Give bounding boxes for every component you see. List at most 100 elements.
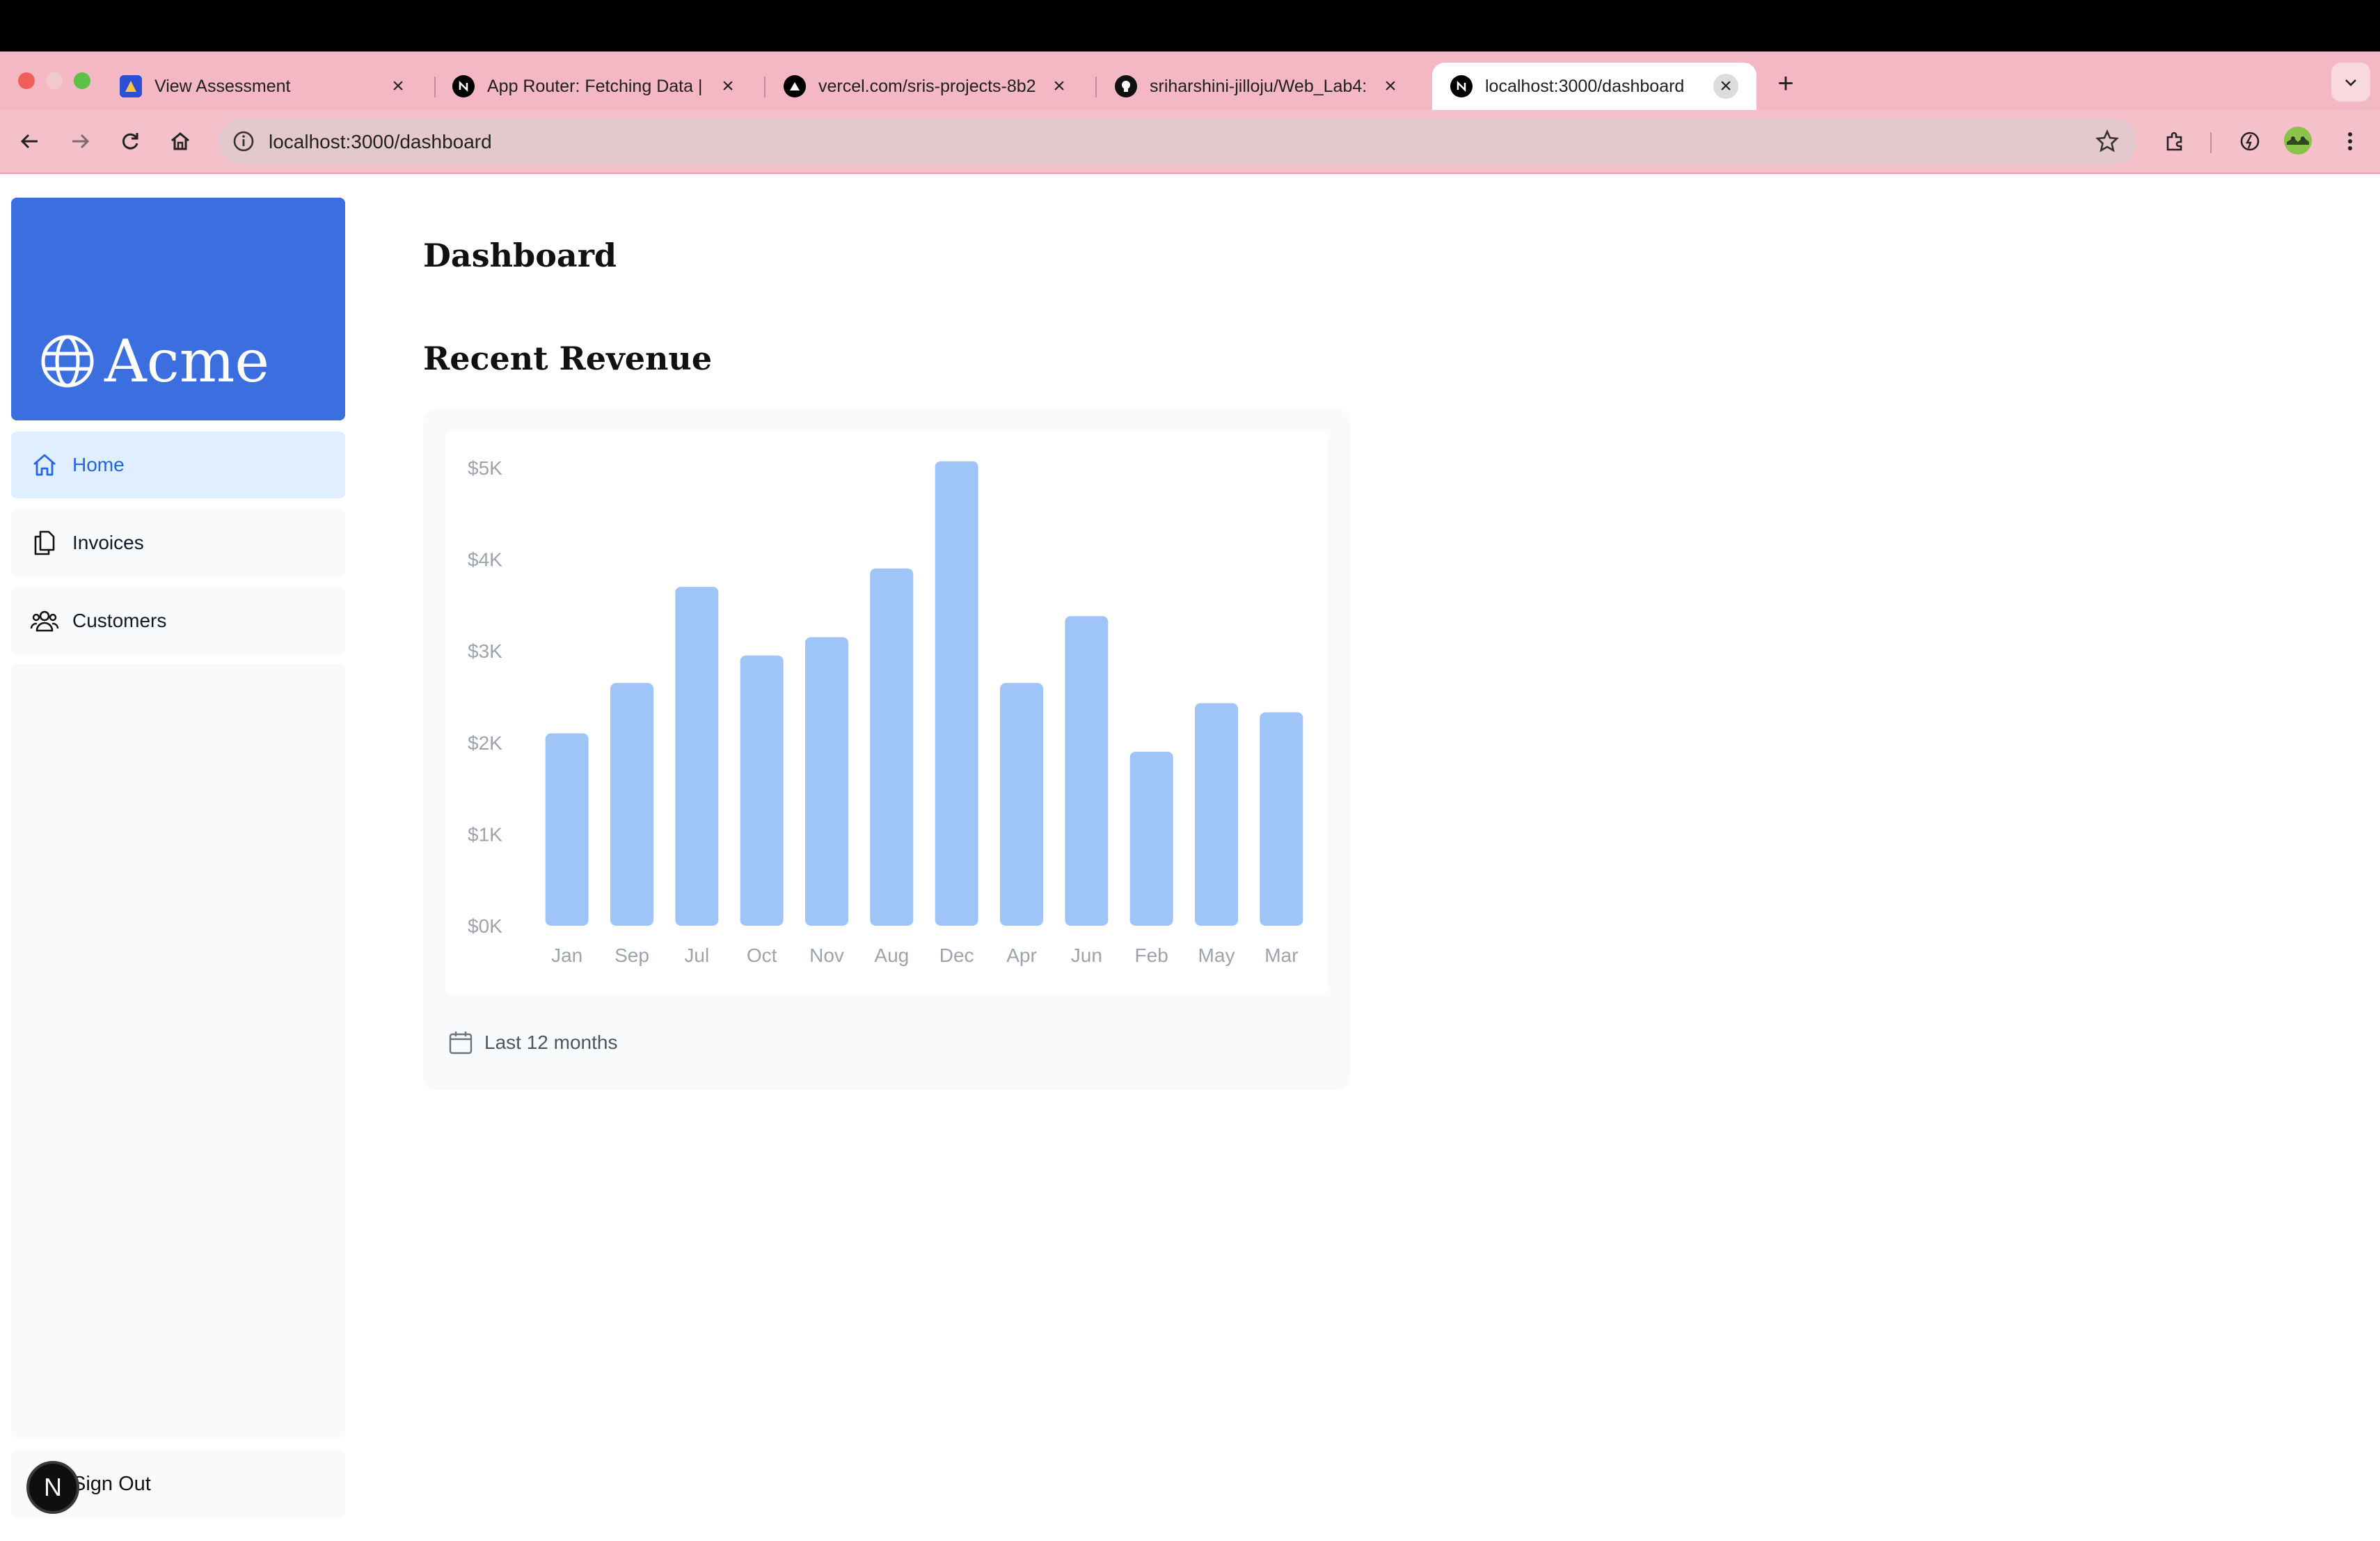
logo-text: Acme xyxy=(104,327,270,395)
close-tab-icon[interactable]: × xyxy=(1378,74,1403,99)
chart-footer-text: Last 12 months xyxy=(484,1032,618,1053)
arrow-right-icon xyxy=(72,134,90,149)
browser-tab-strip: View Assessment × App Router: Fetching D… xyxy=(0,52,2380,110)
revenue-card: $0K $1K $2K $3K $4K $5K Jan Sep Jul Oct Nov Aug Dec A… xyxy=(423,409,1350,1090)
bookmark-star-icon[interactable] xyxy=(2093,127,2121,155)
nav-link-home[interactable]: Home xyxy=(11,432,345,498)
revenue-bar xyxy=(805,637,848,926)
revenue-bar xyxy=(1260,712,1303,926)
profile-picture-icon xyxy=(2284,127,2312,155)
revenue-bar xyxy=(870,568,914,926)
reload-icon xyxy=(122,133,138,150)
document-duplicate-icon xyxy=(29,528,60,558)
revenue-bar xyxy=(1129,751,1173,926)
chart-footer: Last 12 months xyxy=(447,1029,617,1057)
y-tick-label: $4K xyxy=(468,549,502,571)
new-tab-button[interactable]: + xyxy=(1769,67,1802,100)
home-icon xyxy=(171,132,189,150)
browser-tab[interactable]: sriharshini-jilloju/Web_Lab4: × xyxy=(1097,63,1421,110)
nav-link-label: Invoices xyxy=(72,532,144,553)
revenue-bar xyxy=(1195,703,1238,926)
x-tick-label: Mar xyxy=(1264,945,1298,966)
site-info-icon[interactable] xyxy=(231,129,256,154)
revenue-bar xyxy=(675,587,719,926)
toolbar-divider xyxy=(2210,132,2212,153)
revenue-bar-chart: $0K $1K $2K $3K $4K $5K Jan Sep Jul Oct Nov Aug Dec A… xyxy=(468,457,1303,966)
nav-link-label: Home xyxy=(72,454,125,475)
tab-title: localhost:3000/dashboard xyxy=(1485,76,1685,96)
y-tick-label: $3K xyxy=(468,640,502,662)
browser-tab-active[interactable]: localhost:3000/dashboard × xyxy=(1432,63,1756,110)
close-tab-icon[interactable]: × xyxy=(386,74,411,99)
revenue-bar xyxy=(740,655,784,926)
screen-top-bar xyxy=(0,0,2380,52)
y-tick-label: $5K xyxy=(468,457,502,479)
github-favicon-icon xyxy=(1115,75,1137,97)
user-group-icon xyxy=(29,606,60,636)
chevron-down-icon xyxy=(2345,79,2356,86)
close-tab-icon[interactable]: × xyxy=(1047,74,1072,99)
tab-title: vercel.com/sris-projects-8b2 xyxy=(818,76,1036,96)
x-tick-label: Dec xyxy=(939,945,974,966)
maximize-window-button[interactable] xyxy=(74,72,90,89)
x-tick-label: Sep xyxy=(614,945,649,966)
x-tick-label: Jan xyxy=(551,945,582,966)
arrow-left-icon xyxy=(20,134,38,149)
x-tick-label: Oct xyxy=(747,945,777,966)
sign-out-label: Sign Out xyxy=(72,1472,151,1495)
home-button[interactable] xyxy=(163,124,198,159)
revenue-bar xyxy=(610,683,653,926)
nav-link-label: Customers xyxy=(72,610,167,631)
sidebar-spacer xyxy=(11,664,345,1438)
acme-logo-panel[interactable]: Acme xyxy=(11,198,345,420)
tab-title: sriharshini-jilloju/Web_Lab4: xyxy=(1150,76,1367,96)
assessment-favicon-icon xyxy=(120,75,142,97)
x-tick-label: Jul xyxy=(684,945,709,966)
back-button[interactable] xyxy=(13,124,47,159)
forward-button[interactable] xyxy=(63,124,97,159)
close-tab-icon[interactable]: × xyxy=(1713,74,1738,99)
nav-link-customers[interactable]: Customers xyxy=(11,587,345,654)
url-text: localhost:3000/dashboard xyxy=(269,131,492,152)
nav-link-invoices[interactable]: Invoices xyxy=(11,509,345,576)
tab-search-button[interactable] xyxy=(2331,63,2370,102)
page-title: Dashboard xyxy=(423,237,617,274)
close-tab-icon[interactable]: × xyxy=(715,74,740,99)
revenue-bar xyxy=(935,461,978,926)
vercel-favicon-icon xyxy=(784,75,806,97)
browser-menu-button[interactable] xyxy=(2333,124,2367,159)
more-vertical-icon xyxy=(2348,132,2352,150)
browser-tab[interactable]: View Assessment × xyxy=(102,63,429,110)
x-tick-label: Feb xyxy=(1135,945,1168,966)
revenue-bar xyxy=(1000,683,1043,926)
nextjs-dev-indicator[interactable]: N xyxy=(26,1461,79,1514)
browser-tab[interactable]: App Router: Fetching Data | N × xyxy=(434,63,759,110)
x-tick-label: Nov xyxy=(809,945,844,966)
x-tick-label: Apr xyxy=(1006,945,1037,966)
reload-button[interactable] xyxy=(113,124,148,159)
home-icon xyxy=(29,450,60,480)
minimize-window-button[interactable] xyxy=(46,72,63,89)
puzzle-icon xyxy=(2166,132,2182,151)
revenue-bar xyxy=(1065,616,1109,926)
profile-avatar[interactable] xyxy=(2284,127,2312,155)
revenue-bar xyxy=(545,733,589,926)
nextjs-favicon-icon xyxy=(452,75,475,97)
speedometer-icon xyxy=(2240,132,2260,151)
nextjs-favicon-icon xyxy=(1450,75,1473,97)
extensions-button[interactable] xyxy=(2157,124,2192,159)
x-tick-label: Jun xyxy=(1071,945,1102,966)
globe-icon xyxy=(41,335,94,388)
calendar-icon xyxy=(449,1032,473,1054)
y-tick-label: $1K xyxy=(468,823,502,845)
tab-title: View Assessment xyxy=(154,76,291,96)
close-window-button[interactable] xyxy=(18,72,35,89)
browser-tab[interactable]: vercel.com/sris-projects-8b2 × xyxy=(765,63,1090,110)
x-tick-label: Aug xyxy=(874,945,909,966)
performance-button[interactable] xyxy=(2232,124,2267,159)
acme-logo: Acme xyxy=(39,327,269,395)
address-bar[interactable]: localhost:3000/dashboard xyxy=(219,118,2136,164)
tab-title: App Router: Fetching Data | N xyxy=(487,76,706,96)
y-tick-label: $0K xyxy=(468,915,502,937)
revenue-chart-panel: $0K $1K $2K $3K $4K $5K Jan Sep Jul Oct Nov Aug Dec A… xyxy=(445,430,1328,995)
